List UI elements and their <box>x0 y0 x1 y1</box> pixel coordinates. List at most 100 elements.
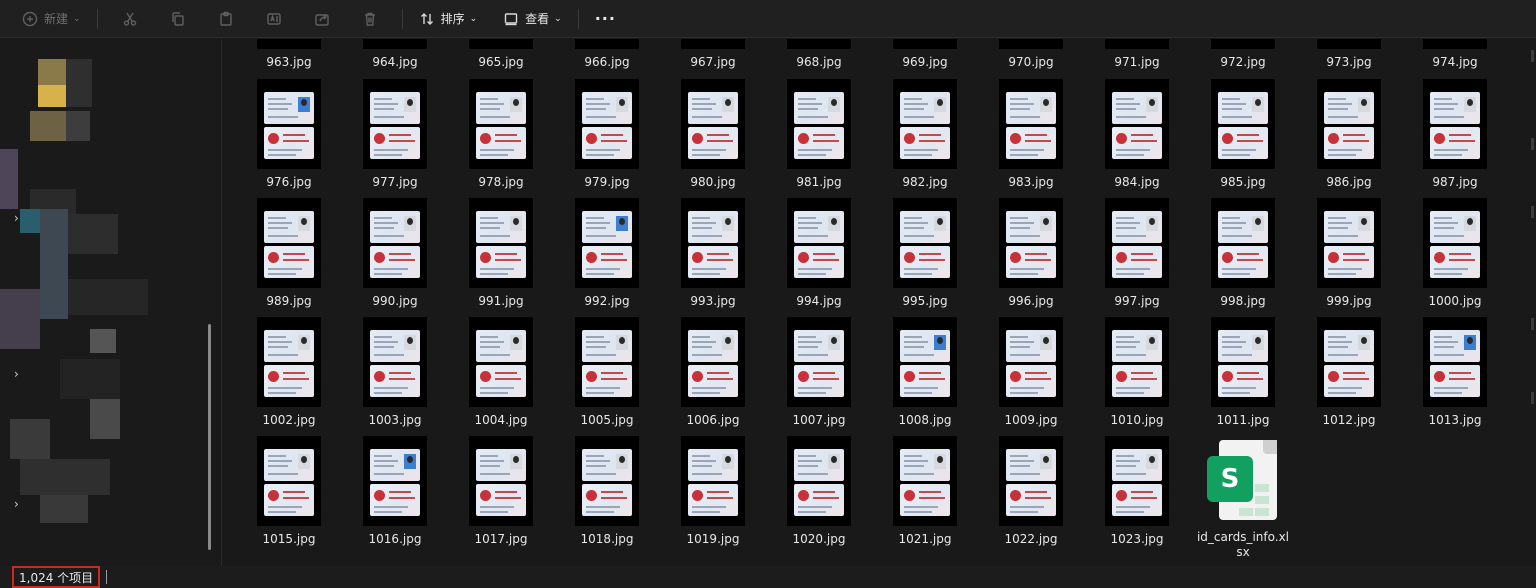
file-item[interactable]: 996.jpg <box>978 198 1084 309</box>
file-item[interactable]: 981.jpg <box>766 79 872 190</box>
file-item[interactable]: 997.jpg <box>1084 198 1190 309</box>
portrait-photo <box>616 97 628 112</box>
file-item[interactable]: 970.jpg <box>978 39 1084 70</box>
portrait-photo <box>722 216 734 231</box>
share-button[interactable] <box>304 4 340 34</box>
file-item[interactable]: 1007.jpg <box>766 317 872 428</box>
id-card-front <box>1112 211 1162 243</box>
file-name: 1020.jpg <box>792 532 846 546</box>
file-item[interactable]: 984.jpg <box>1084 79 1190 190</box>
file-name: 1022.jpg <box>1004 532 1058 546</box>
national-emblem-icon <box>692 371 703 382</box>
id-card-front <box>794 211 844 243</box>
file-item[interactable]: 971.jpg <box>1084 39 1190 70</box>
file-item[interactable]: 992.jpg <box>554 198 660 309</box>
file-name: 965.jpg <box>478 55 524 69</box>
copy-button[interactable] <box>160 4 196 34</box>
national-emblem-icon <box>1010 490 1021 501</box>
file-item[interactable]: 1010.jpg <box>1084 317 1190 428</box>
expand-chevron-icon[interactable]: › <box>14 367 19 381</box>
file-item[interactable]: 985.jpg <box>1190 79 1296 190</box>
national-emblem-icon <box>1328 371 1339 382</box>
spreadsheet-file-item[interactable]: S id_cards_info.xlsx <box>1190 436 1296 560</box>
file-item[interactable]: 983.jpg <box>978 79 1084 190</box>
file-item[interactable]: 1000.jpg <box>1402 198 1508 309</box>
scissors-icon <box>123 12 136 26</box>
file-item[interactable]: 1021.jpg <box>872 436 978 547</box>
file-item[interactable]: 1012.jpg <box>1296 317 1402 428</box>
more-options-button[interactable]: ··· <box>587 4 624 34</box>
file-item[interactable]: 965.jpg <box>448 39 554 70</box>
file-item[interactable]: 986.jpg <box>1296 79 1402 190</box>
file-item[interactable]: 1004.jpg <box>448 317 554 428</box>
id-card-back <box>370 127 420 159</box>
content-scrollbar[interactable] <box>1530 40 1534 560</box>
file-item[interactable]: 979.jpg <box>554 79 660 190</box>
national-emblem-icon <box>268 252 279 263</box>
image-thumbnail <box>363 198 427 288</box>
file-item[interactable]: 1022.jpg <box>978 436 1084 547</box>
file-item[interactable]: 972.jpg <box>1190 39 1296 70</box>
file-item[interactable]: 990.jpg <box>342 198 448 309</box>
file-item[interactable]: 1020.jpg <box>766 436 872 547</box>
delete-button[interactable] <box>352 4 388 34</box>
file-item[interactable]: 973.jpg <box>1296 39 1402 70</box>
file-item[interactable]: 1006.jpg <box>660 317 766 428</box>
file-item[interactable]: 987.jpg <box>1402 79 1508 190</box>
image-thumbnail <box>999 436 1063 526</box>
file-item[interactable]: 1005.jpg <box>554 317 660 428</box>
paste-button[interactable] <box>208 4 244 34</box>
file-item[interactable]: 1013.jpg <box>1402 317 1508 428</box>
file-item[interactable]: 995.jpg <box>872 198 978 309</box>
nav-scrollbar[interactable] <box>208 324 211 550</box>
new-button[interactable]: 新建 ⌄ <box>14 4 89 34</box>
file-item[interactable]: 1002.jpg <box>236 317 342 428</box>
file-item[interactable]: 1008.jpg <box>872 317 978 428</box>
file-item[interactable]: 1017.jpg <box>448 436 554 547</box>
file-item[interactable]: 1023.jpg <box>1084 436 1190 547</box>
file-item[interactable]: 966.jpg <box>554 39 660 70</box>
image-thumbnail <box>1423 79 1487 169</box>
national-emblem-icon <box>480 490 491 501</box>
file-item[interactable]: 964.jpg <box>342 39 448 70</box>
file-item[interactable]: 998.jpg <box>1190 198 1296 309</box>
new-button-label: 新建 <box>44 12 69 26</box>
file-item[interactable]: 980.jpg <box>660 79 766 190</box>
file-item[interactable]: 1009.jpg <box>978 317 1084 428</box>
file-item[interactable]: 991.jpg <box>448 198 554 309</box>
redacted-block <box>90 399 120 439</box>
file-item[interactable]: 968.jpg <box>766 39 872 70</box>
id-card-back <box>794 365 844 397</box>
file-item[interactable]: 999.jpg <box>1296 198 1402 309</box>
file-item[interactable]: 967.jpg <box>660 39 766 70</box>
file-item[interactable]: 1015.jpg <box>236 436 342 547</box>
file-item[interactable]: 963.jpg <box>236 39 342 70</box>
file-item[interactable]: 982.jpg <box>872 79 978 190</box>
file-item[interactable]: 976.jpg <box>236 79 342 190</box>
file-item[interactable]: 993.jpg <box>660 198 766 309</box>
id-card-back <box>1324 127 1374 159</box>
file-item[interactable]: 974.jpg <box>1402 39 1508 70</box>
file-item[interactable]: 977.jpg <box>342 79 448 190</box>
file-item[interactable]: 1019.jpg <box>660 436 766 547</box>
view-button[interactable]: 查看 ⌄ <box>495 4 570 34</box>
file-item[interactable]: 994.jpg <box>766 198 872 309</box>
file-item[interactable]: 1016.jpg <box>342 436 448 547</box>
file-item[interactable]: 1018.jpg <box>554 436 660 547</box>
rename-button[interactable] <box>256 4 292 34</box>
portrait-photo <box>1146 216 1158 231</box>
file-item[interactable]: 989.jpg <box>236 198 342 309</box>
file-name: 1021.jpg <box>898 532 952 546</box>
sort-button[interactable]: 排序 ⌄ <box>411 4 486 34</box>
redacted-block <box>40 495 88 523</box>
file-name: 1019.jpg <box>686 532 740 546</box>
expand-chevron-icon[interactable]: › <box>14 497 19 511</box>
expand-chevron-icon[interactable]: › <box>14 211 19 225</box>
id-card-front <box>1218 92 1268 124</box>
file-item[interactable]: 969.jpg <box>872 39 978 70</box>
file-item[interactable]: 1003.jpg <box>342 317 448 428</box>
file-item[interactable]: 1011.jpg <box>1190 317 1296 428</box>
cut-button[interactable] <box>112 4 148 34</box>
file-item[interactable]: 978.jpg <box>448 79 554 190</box>
redacted-block <box>60 359 120 399</box>
